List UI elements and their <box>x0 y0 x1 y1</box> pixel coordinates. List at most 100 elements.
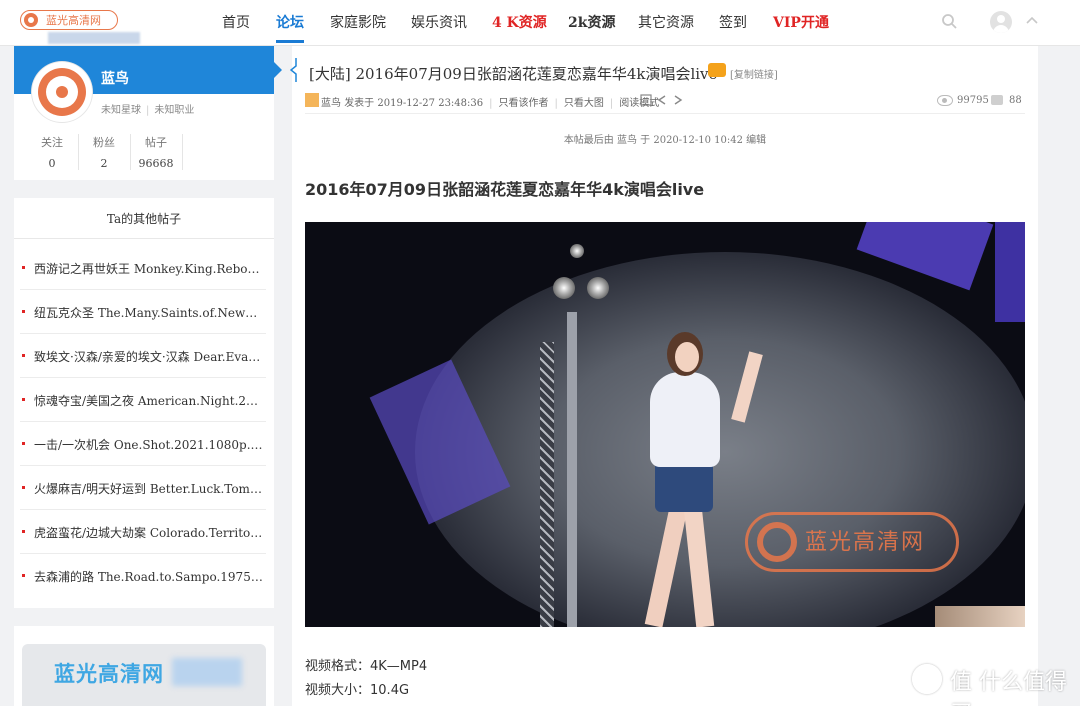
post-byline: 蓝鸟 发表于 2019-12-27 23:48:36 | 只看该作者 | 只看大图 | 阅读… <box>305 88 1025 114</box>
post-link[interactable]: 纽瓦克众圣 The.Many.Saints.of.Newark.20... <box>34 304 264 321</box>
nav-other-resources[interactable]: 其它资源 <box>638 12 694 32</box>
nav-checkin[interactable]: 签到 <box>719 12 747 32</box>
sidebar-ad[interactable]: 蓝光高清网 <box>14 626 274 706</box>
only-big-image-link[interactable]: 只看大图 <box>564 98 604 109</box>
author-job: 未知职业 <box>154 105 195 116</box>
spec-label: 视频大小： <box>305 683 371 698</box>
post-link[interactable]: 西游记之再世妖王 Monkey.King.Reborn.2... <box>34 260 264 277</box>
performer-face <box>675 342 699 372</box>
author-mini-avatar[interactable] <box>305 93 319 107</box>
divider <box>14 238 274 239</box>
reel-hub <box>56 86 68 98</box>
stat-followers[interactable]: 粉丝 2 <box>78 134 130 170</box>
byline-text: 蓝鸟 发表于 2019-12-27 23:48:36 | 只看该作者 | 只看大图 | 阅读… <box>321 98 660 109</box>
performer-top <box>650 372 720 467</box>
author-avatar[interactable] <box>32 62 92 122</box>
spec-format: 视频格式：4K—MP4 <box>305 655 427 674</box>
performer-shorts <box>655 462 713 512</box>
byline-date: 发表于 2019-12-27 23:48:36 <box>344 98 484 109</box>
post-link[interactable]: 惊魂夺宝/美国之夜 American.Night.2021.1... <box>34 392 264 409</box>
post-link[interactable]: 虎盗蛮花/边城大劫案 Colorado.Territory.1... <box>34 524 264 541</box>
list-item[interactable]: 火爆麻吉/明天好运到 Better.Luck.Tomorro... <box>20 466 266 510</box>
only-author-link[interactable]: 只看该作者 <box>499 98 549 109</box>
stage-lamp <box>570 244 584 258</box>
bullet-icon <box>22 266 25 269</box>
nav-home-theater[interactable]: 家庭影院 <box>330 12 386 32</box>
stat-value: 2 <box>100 157 108 170</box>
image-watermark-text: 蓝光高清网 <box>805 530 926 555</box>
byline-author[interactable]: 蓝鸟 <box>321 98 341 109</box>
bullet-icon <box>22 398 25 401</box>
user-avatar-icon[interactable] <box>990 11 1012 33</box>
comment-icon <box>991 95 1003 105</box>
spec-value: 10.4G <box>370 683 410 698</box>
post-link[interactable]: 一击/一次机会 One.Shot.2021.1080p.BluR... <box>34 436 264 453</box>
logo-blurred-url <box>48 32 140 44</box>
bullet-icon <box>22 442 25 445</box>
eye-icon <box>937 95 953 106</box>
ad-text: 蓝光高清网 <box>54 662 164 686</box>
author-name[interactable]: 蓝鸟 <box>101 68 129 88</box>
list-item[interactable]: 西游记之再世妖王 Monkey.King.Reborn.2... <box>20 246 266 290</box>
chevron-up-icon[interactable] <box>1025 14 1039 28</box>
stat-value: 96668 <box>138 157 174 170</box>
bullet-icon <box>22 574 25 577</box>
search-icon[interactable] <box>941 13 957 29</box>
image-corner <box>935 606 1025 627</box>
ad-banner: 蓝光高清网 <box>22 644 266 706</box>
nav-forum[interactable]: 论坛 <box>276 12 304 43</box>
bullet-icon <box>22 354 25 357</box>
other-posts-title: Ta的其他帖子 <box>106 212 182 226</box>
spec-value: 4K—MP4 <box>370 659 428 674</box>
list-item[interactable]: 惊魂夺宝/美国之夜 American.Night.2021.1... <box>20 378 266 422</box>
stat-label: 关注 <box>41 136 63 149</box>
top-nav: 蓝光高清网 首页 论坛 家庭影院 娱乐资讯 4 K资源 2k资源 其它资源 签到… <box>0 0 1080 46</box>
profile-banner-arrow <box>274 62 282 78</box>
hot-badge-icon <box>708 63 726 77</box>
purple-light <box>995 222 1025 322</box>
film-reel-icon <box>757 522 797 562</box>
site-logo[interactable]: 蓝光高清网 <box>20 10 140 44</box>
other-posts-panel: Ta的其他帖子 西游记之再世妖王 Monkey.King.Reborn.2...… <box>14 198 274 608</box>
stat-posts[interactable]: 帖子 96668 <box>130 134 182 170</box>
nav-home[interactable]: 首页 <box>222 12 250 32</box>
nav-2k-resources[interactable]: 2k资源 <box>568 12 615 32</box>
spec-label: 视频格式： <box>305 659 371 674</box>
copy-link-button[interactable]: [复制链接] <box>730 66 778 81</box>
post-heading: 2016年07月09日张韶涵花莲夏恋嘉年华4k演唱会live <box>305 180 705 199</box>
list-item[interactable]: 一击/一次机会 One.Shot.2021.1080p.BluR... <box>20 422 266 466</box>
post-link[interactable]: 致埃文·汉森/亲爱的埃文·汉森 Dear.Evan.... <box>34 348 264 365</box>
list-item[interactable]: 纽瓦克众圣 The.Many.Saints.of.Newark.20... <box>20 290 266 334</box>
title-marker-icon <box>290 58 297 82</box>
author-meta: 未知星球 | 未知职业 <box>101 105 195 116</box>
print-prev-next-icons[interactable] <box>639 93 695 107</box>
nav-vip[interactable]: VIP开通 <box>773 12 829 32</box>
stat-following[interactable]: 关注 0 <box>26 134 78 170</box>
list-item[interactable]: 致埃文·汉森/亲爱的埃文·汉森 Dear.Evan.... <box>20 334 266 378</box>
post-link[interactable]: 火爆麻吉/明天好运到 Better.Luck.Tomorro... <box>34 480 264 497</box>
author-profile-card: 蓝鸟 未知星球 | 未知职业 关注 0 粉丝 2 帖子 96668 <box>14 46 282 180</box>
post-link[interactable]: 去森浦的路 The.Road.to.Sampo.1975.1080... <box>34 568 264 585</box>
stage-lamp <box>587 277 609 299</box>
nav-4k-resources[interactable]: 4 K资源 <box>492 12 547 32</box>
smzdm-logo-icon <box>912 664 942 694</box>
stat-value: 0 <box>48 157 56 170</box>
ad-blurred-area <box>172 658 242 686</box>
stage-truss <box>540 342 554 627</box>
concert-photo[interactable]: 蓝光高清网 <box>305 222 1025 627</box>
stat-label: 帖子 <box>145 136 167 149</box>
logo-text: 蓝光高清网 <box>46 14 101 27</box>
film-reel-icon <box>24 13 38 27</box>
bullet-icon <box>22 530 25 533</box>
stage-lamp <box>553 277 575 299</box>
stat-divider <box>182 134 183 170</box>
nav-entertainment-news[interactable]: 娱乐资讯 <box>411 12 467 32</box>
stage-pole <box>567 312 577 627</box>
bullet-icon <box>22 310 25 313</box>
spec-size: 视频大小：10.4G <box>305 679 409 698</box>
view-count: 99795 <box>957 95 989 106</box>
edited-note: 本帖最后由 蓝鸟 于 2020-12-10 10:42 编辑 <box>563 135 767 146</box>
corner-watermark: 值 什么值得买 <box>950 670 1067 706</box>
list-item[interactable]: 虎盗蛮花/边城大劫案 Colorado.Territory.1... <box>20 510 266 554</box>
list-item[interactable]: 去森浦的路 The.Road.to.Sampo.1975.1080... <box>20 554 266 598</box>
